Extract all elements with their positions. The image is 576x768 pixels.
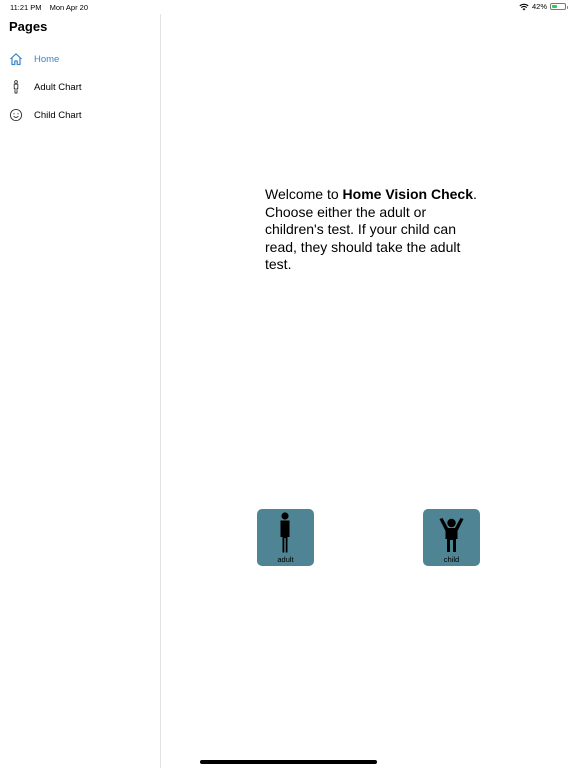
smiley-face-icon [9,108,23,122]
home-indicator[interactable] [200,760,377,764]
status-bar: 11:21 PM Mon Apr 20 42% [0,0,576,14]
sidebar-title: Pages [9,19,48,34]
adult-test-button[interactable]: adult [257,509,314,566]
home-icon [9,52,23,66]
sidebar-item-home[interactable]: Home [0,48,160,70]
battery-fill [552,5,557,8]
battery-percent: 42% [531,2,547,11]
status-time-date: 11:21 PM Mon Apr 20 [10,3,88,12]
sidebar-item-label: Adult Chart [34,81,82,93]
child-button-label: child [443,555,460,564]
wifi-icon [519,3,529,10]
child-test-button[interactable]: child [423,509,480,566]
app-name: Home Vision Check [342,186,473,202]
adult-figure-icon [9,80,23,94]
sidebar-item-label: Child Chart [34,109,82,121]
status-time: 11:21 PM [10,3,42,12]
sidebar: Pages Home Adult Chart Child Chart [0,14,161,768]
sidebar-item-adult-chart[interactable]: Adult Chart [0,76,160,98]
status-indicators: 42% [519,2,568,11]
sidebar-item-child-chart[interactable]: Child Chart [0,104,160,126]
welcome-text: Welcome to Home Vision Check. Choose eit… [265,186,487,274]
status-date: Mon Apr 20 [49,3,88,12]
battery-icon [550,3,568,10]
welcome-prefix: Welcome to [265,186,343,202]
sidebar-item-label: Home [34,53,60,65]
adult-button-label: adult [277,555,294,564]
